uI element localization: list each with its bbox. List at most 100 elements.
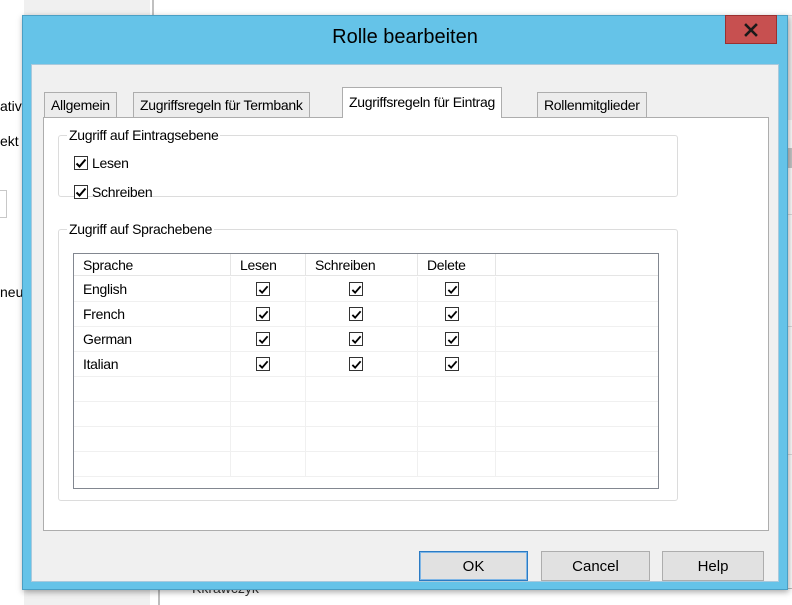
checkmark-icon (351, 360, 361, 369)
close-button[interactable] (725, 15, 777, 44)
empty-cell (418, 377, 496, 402)
write-checkbox[interactable] (349, 332, 363, 346)
delete-checkbox[interactable] (445, 332, 459, 346)
background-text-fragment: ekt (0, 133, 19, 149)
dialog-title: Rolle bearbeiten (332, 26, 478, 48)
language-permissions-grid[interactable]: Sprache Lesen Schreiben Delete English F… (73, 253, 659, 489)
checkmark-icon (351, 310, 361, 319)
dialog-body: Allgemein Zugriffsregeln für Termbank Zu… (31, 64, 779, 582)
empty-cell (418, 427, 496, 452)
empty-cell (74, 452, 231, 477)
checkmark-icon (258, 285, 268, 294)
empty-cell (306, 402, 418, 427)
write-cell (306, 352, 418, 377)
empty-cell (418, 452, 496, 477)
checkmark-icon (351, 335, 361, 344)
write-checkbox[interactable] (349, 307, 363, 321)
checkmark-icon (447, 360, 457, 369)
background-input-fragment (0, 190, 7, 218)
tab-entry-access[interactable]: Zugriffsregeln für Eintrag (342, 87, 503, 118)
checkmark-icon (75, 158, 87, 168)
empty-cell (306, 427, 418, 452)
entry-read-checkbox[interactable] (74, 156, 88, 170)
table-row[interactable]: Italian (74, 352, 658, 377)
language-cell: English (74, 277, 231, 302)
background-window-top (150, 0, 792, 16)
delete-checkbox[interactable] (445, 307, 459, 321)
delete-checkbox[interactable] (445, 357, 459, 371)
empty-cell (231, 452, 306, 477)
cancel-button[interactable]: Cancel (541, 551, 650, 581)
language-cell: Italian (74, 352, 231, 377)
empty-cell (418, 402, 496, 427)
write-cell (306, 327, 418, 352)
empty-cell (74, 377, 231, 402)
write-checkbox[interactable] (349, 282, 363, 296)
background-divider (152, 0, 154, 16)
table-row[interactable]: German (74, 327, 658, 352)
empty-row (74, 377, 658, 402)
close-x-icon (744, 22, 758, 37)
edit-role-dialog: Rolle bearbeiten Allgemein Zugriffsregel… (22, 15, 788, 590)
entry-write-option: Schreiben (74, 184, 153, 200)
read-checkbox[interactable] (256, 332, 270, 346)
empty-cell (74, 427, 231, 452)
tab-role-members[interactable]: Rollenmitglieder (537, 92, 647, 117)
column-header-delete[interactable]: Delete (418, 254, 496, 276)
entry-write-label: Schreiben (92, 184, 153, 200)
empty-cell (306, 377, 418, 402)
empty-cell (306, 452, 418, 477)
checkmark-icon (258, 360, 268, 369)
help-button[interactable]: Help (662, 551, 764, 581)
empty-cell (231, 427, 306, 452)
checkmark-icon (351, 285, 361, 294)
delete-cell (418, 302, 496, 327)
ok-button[interactable]: OK (419, 551, 528, 581)
language-cell: French (74, 302, 231, 327)
language-level-group: Zugriff auf Sprachebene Sprache Lesen Sc… (58, 221, 678, 501)
read-checkbox[interactable] (256, 357, 270, 371)
checkmark-icon (258, 335, 268, 344)
entry-read-label: Lesen (92, 155, 129, 171)
entry-read-option: Lesen (74, 155, 129, 171)
checkmark-icon (447, 285, 457, 294)
tab-panel-entry-access: Zugriff auf Eintragsebene Lesen Schreibe… (43, 117, 769, 531)
write-cell (306, 277, 418, 302)
background-text-fragment: ativ (0, 98, 22, 114)
entry-write-checkbox[interactable] (74, 185, 88, 199)
language-cell: German (74, 327, 231, 352)
entry-level-legend: Zugriff auf Eintragsebene (69, 127, 219, 143)
tab-termbank-access[interactable]: Zugriffsregeln für Termbank (133, 92, 310, 117)
read-cell (231, 277, 306, 302)
language-level-legend: Zugriff auf Sprachebene (69, 221, 213, 237)
grid-header: Sprache Lesen Schreiben Delete (74, 254, 658, 276)
checkmark-icon (447, 335, 457, 344)
read-cell (231, 302, 306, 327)
column-header-language[interactable]: Sprache (74, 254, 231, 276)
checkmark-icon (75, 187, 87, 197)
empty-cell (231, 402, 306, 427)
delete-cell (418, 277, 496, 302)
column-header-read[interactable]: Lesen (231, 254, 306, 276)
empty-cell (74, 402, 231, 427)
background-window-left (0, 0, 24, 605)
empty-cell (231, 377, 306, 402)
background-divider (158, 588, 160, 605)
table-row[interactable]: English (74, 277, 658, 302)
table-row[interactable]: French (74, 302, 658, 327)
checkmark-icon (447, 310, 457, 319)
read-checkbox[interactable] (256, 282, 270, 296)
delete-checkbox[interactable] (445, 282, 459, 296)
column-header-write[interactable]: Schreiben (306, 254, 418, 276)
empty-row (74, 402, 658, 427)
write-checkbox[interactable] (349, 357, 363, 371)
read-cell (231, 352, 306, 377)
empty-row (74, 452, 658, 477)
read-checkbox[interactable] (256, 307, 270, 321)
tab-allgemein[interactable]: Allgemein (44, 92, 117, 117)
background-text-fragment: neu (0, 284, 24, 300)
read-cell (231, 327, 306, 352)
delete-cell (418, 352, 496, 377)
empty-row (74, 427, 658, 452)
write-cell (306, 302, 418, 327)
